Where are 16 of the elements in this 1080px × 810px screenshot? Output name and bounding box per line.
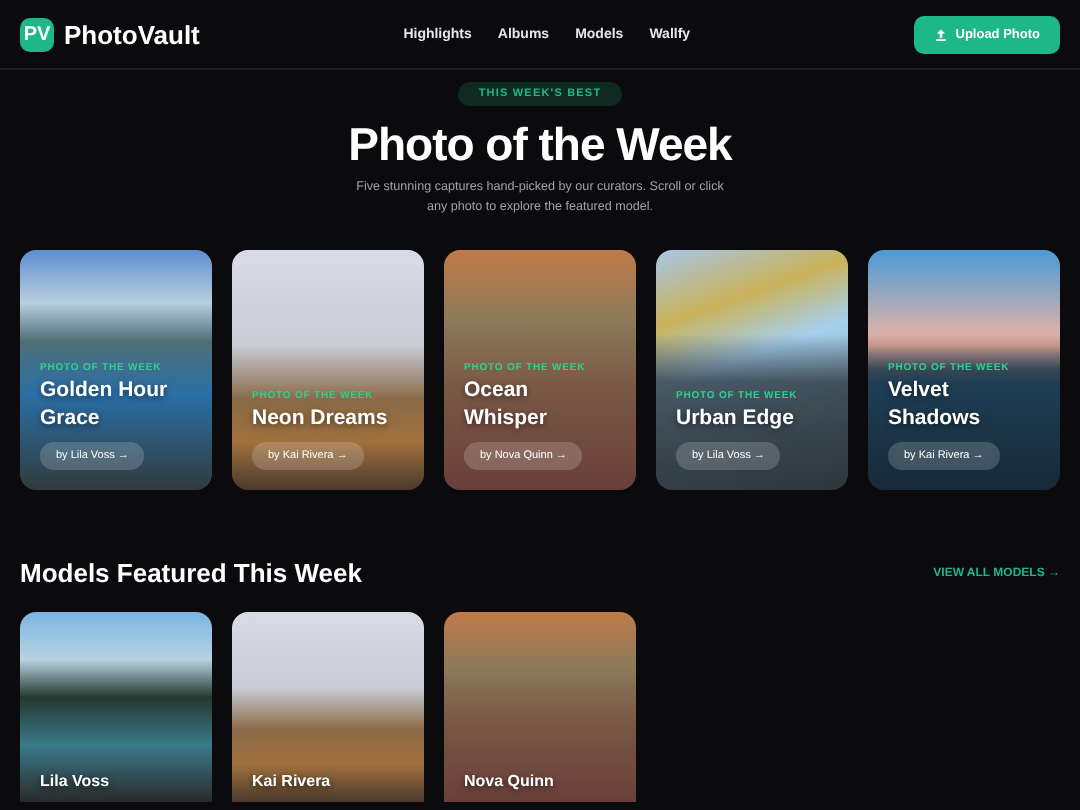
photo-title: Neon Dreams	[252, 404, 390, 432]
photo-title: Ocean Whisper	[464, 376, 549, 432]
photo-title: Velvet Shadows	[888, 376, 983, 432]
page-title: Photo of the Week	[348, 118, 732, 172]
section-title: Models Featured This Week	[20, 558, 362, 588]
model-name: Nova Quinn	[464, 772, 556, 790]
brand-name[interactable]: PhotoVault	[64, 19, 200, 49]
model-name: Lila Voss	[40, 772, 112, 790]
model-card[interactable]: Nova Quinn	[444, 612, 636, 802]
logo-icon: PV	[20, 17, 54, 51]
model-card[interactable]: Kai Rivera	[232, 612, 424, 802]
model-name: Kai Rivera	[252, 772, 333, 790]
photo-title: Golden Hour Grace	[40, 376, 170, 432]
upload-icon	[933, 27, 948, 41]
model-card[interactable]: Lila Voss	[20, 612, 212, 802]
photo-title: Urban Edge	[676, 404, 796, 432]
